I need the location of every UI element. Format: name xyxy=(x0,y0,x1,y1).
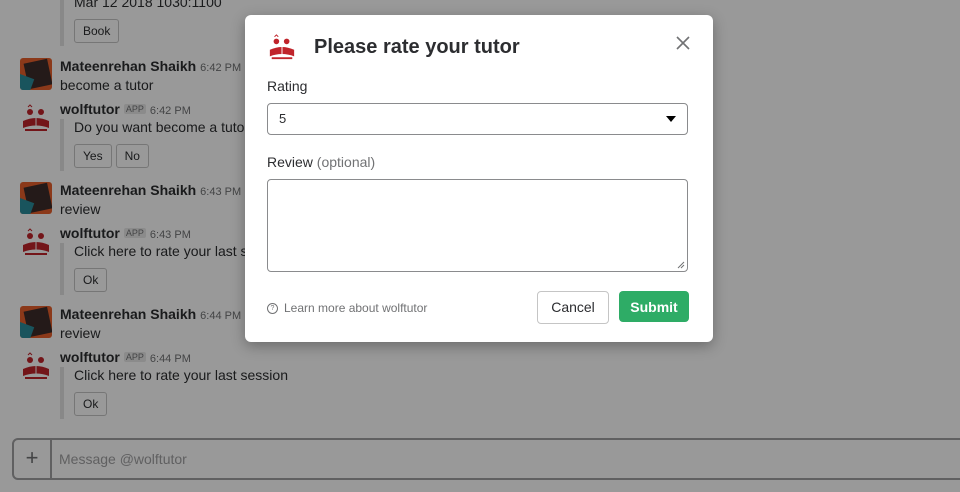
learn-more-link[interactable]: ? Learn more about wolftutor xyxy=(267,301,427,315)
rating-label: Rating xyxy=(267,78,308,94)
review-label: Review (optional) xyxy=(267,154,375,170)
rating-selected-value: 5 xyxy=(279,111,287,126)
submit-button[interactable]: Submit xyxy=(619,291,689,322)
resize-grip-icon xyxy=(677,261,685,269)
review-label-text: Review xyxy=(267,154,313,170)
help-icon: ? xyxy=(267,302,278,314)
cancel-button[interactable]: Cancel xyxy=(537,291,609,324)
wolftutor-logo-icon xyxy=(267,33,297,61)
review-textarea[interactable] xyxy=(267,179,688,272)
learn-more-text: Learn more about wolftutor xyxy=(284,301,428,315)
rating-select[interactable]: 5 xyxy=(267,103,688,135)
dialog-title: Please rate your tutor xyxy=(314,36,520,58)
close-icon[interactable] xyxy=(673,33,693,53)
optional-hint: (optional) xyxy=(316,154,376,170)
chevron-down-icon xyxy=(666,116,676,122)
rate-tutor-dialog: Please rate your tutor Rating 5 Review (… xyxy=(245,15,713,342)
